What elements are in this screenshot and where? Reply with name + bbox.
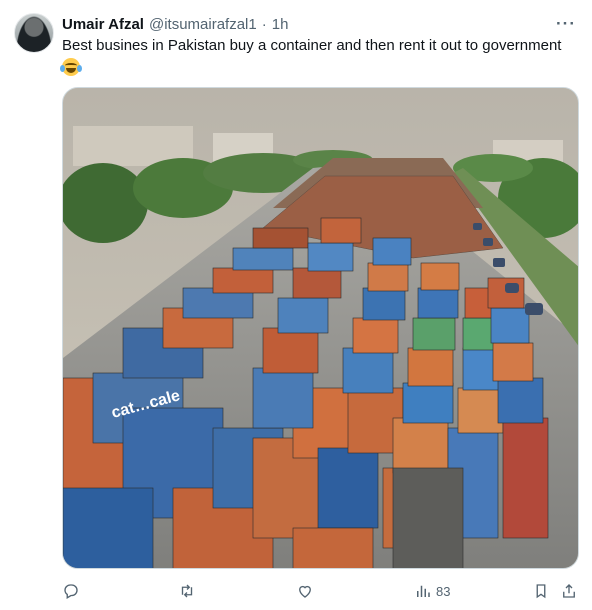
like-button[interactable] (296, 581, 314, 601)
reply-icon (64, 584, 78, 599)
separator-dot: · (261, 15, 267, 33)
bookmark-icon (536, 584, 546, 599)
share-button[interactable] (560, 581, 578, 601)
tweet[interactable]: Umair Afzal @itsumairafzal1 · 1h ··· Bes… (0, 0, 592, 610)
share-icon (563, 584, 575, 598)
views-icon (417, 585, 430, 597)
reply-button[interactable] (62, 581, 80, 601)
tweet-text: Best busines in Pakistan buy a container… (60, 36, 582, 79)
views-count: 83 (436, 583, 451, 599)
display-name[interactable]: Umair Afzal (62, 16, 144, 33)
avatar[interactable] (14, 13, 54, 53)
tweet-header: Umair Afzal @itsumairafzal1 · 1h (62, 14, 288, 34)
user-handle[interactable]: @itsumairafzal1 (149, 16, 257, 33)
like-icon (299, 585, 311, 598)
face-with-tears-of-joy-icon (60, 58, 82, 76)
retweet-icon (181, 584, 193, 598)
timestamp[interactable]: 1h (272, 16, 289, 33)
container-road-photo: cat…cale (63, 88, 578, 568)
action-bar: 83 (62, 581, 582, 601)
more-dots-icon[interactable]: ··· (556, 14, 576, 34)
tweet-image[interactable]: cat…cale (62, 87, 579, 569)
views-button[interactable]: 83 (414, 581, 450, 601)
bookmark-button[interactable] (532, 581, 550, 601)
retweet-button[interactable] (178, 581, 196, 601)
tweet-text-body: Best busines in Pakistan buy a container… (62, 37, 562, 54)
